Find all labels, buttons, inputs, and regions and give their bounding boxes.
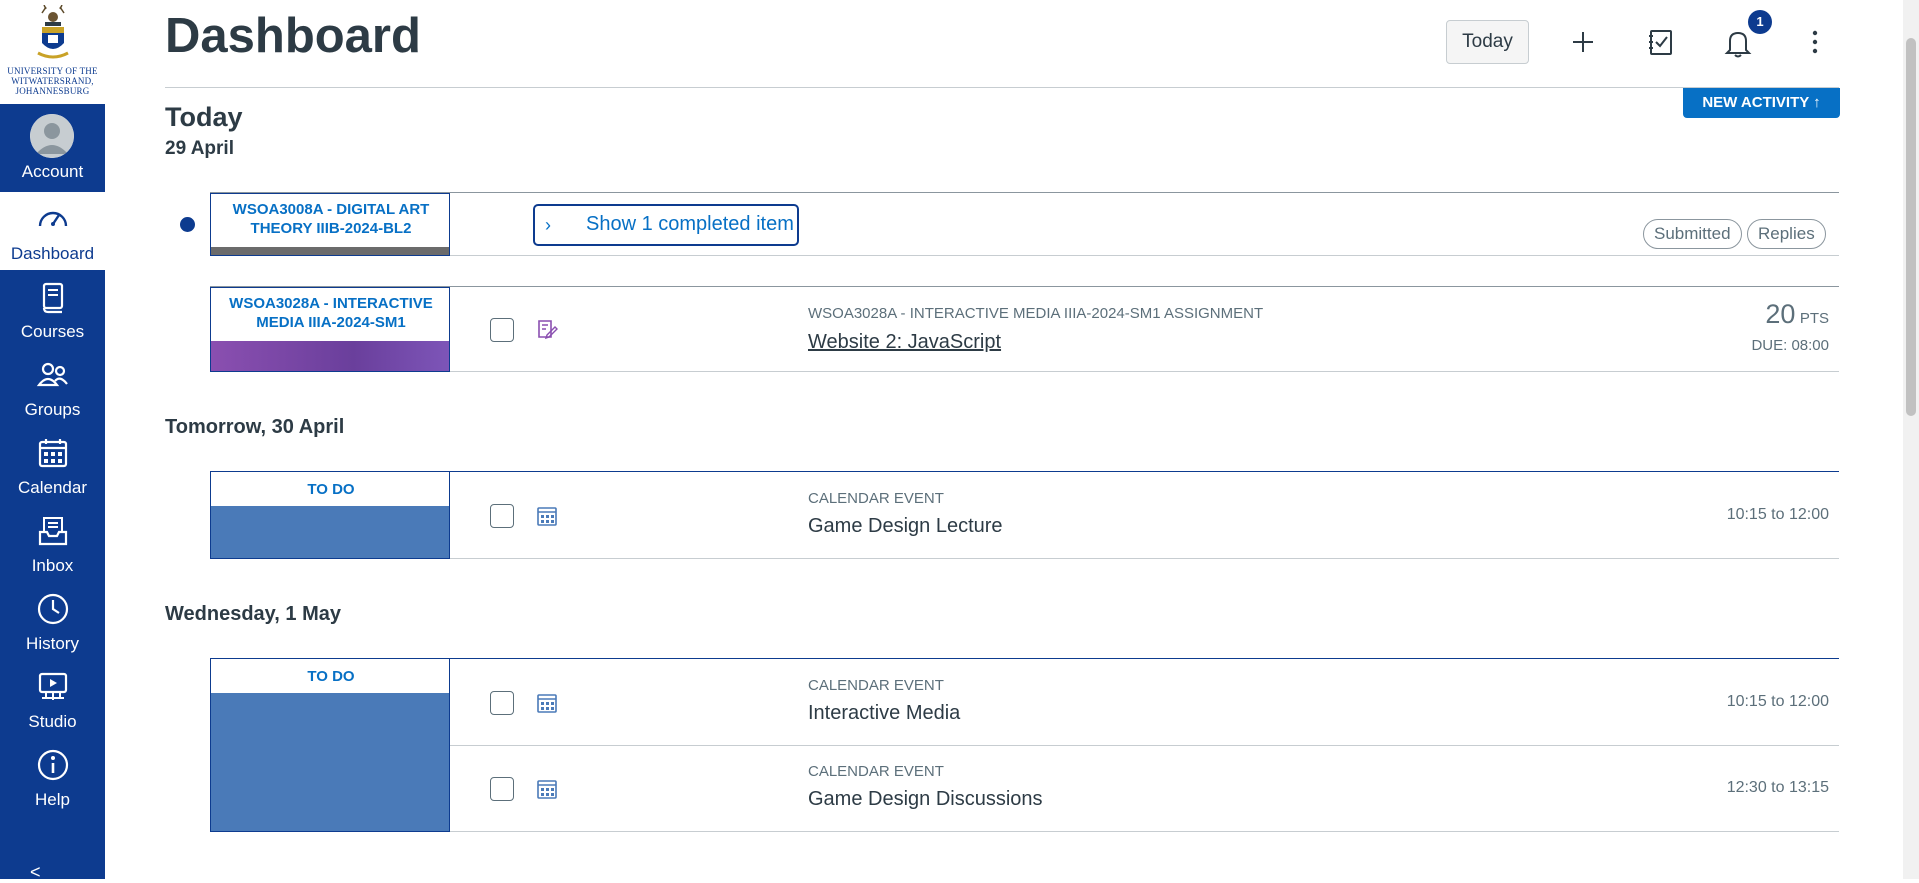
course-tag[interactable]: WSOA3028A - INTERACTIVE MEDIA IIIA-2024-…	[210, 287, 450, 372]
studio-icon	[38, 672, 68, 700]
day-heading-wednesday: Wednesday, 1 May	[165, 603, 341, 625]
complete-checkbox[interactable]	[490, 318, 514, 342]
nav-label: Account	[21, 162, 84, 181]
show-completed-button[interactable]: › Show 1 completed item	[533, 204, 799, 246]
course-tag-label: WSOA3008A - DIGITAL ART THEORY IIIB-2024…	[232, 201, 430, 237]
assignment-icon	[538, 320, 558, 340]
todo-tag-label: TO DO	[307, 668, 355, 685]
day-heading-today: Today	[165, 102, 243, 132]
course-tag-label: WSOA3028A - INTERACTIVE MEDIA IIIA-2024-…	[229, 295, 433, 331]
todo-tag-label: TO DO	[307, 481, 355, 498]
nav-item-studio[interactable]: Studio	[0, 660, 105, 738]
logo-text-line: UNIVERSITY OF THE	[7, 66, 98, 76]
event-title[interactable]: Game Design Discussions	[808, 788, 1043, 811]
collapse-nav-button[interactable]: <	[30, 862, 41, 883]
page-title: Dashboard	[165, 9, 421, 63]
calendar-icon	[38, 439, 68, 468]
nav-item-inbox[interactable]: Inbox	[0, 504, 105, 582]
nav-label: Dashboard	[10, 244, 95, 263]
nav-item-dashboard[interactable]: Dashboard	[0, 192, 105, 270]
nav-item-account[interactable]: Account	[0, 104, 105, 182]
groups-icon	[36, 362, 68, 387]
item-type: CALENDAR EVENT	[808, 490, 944, 507]
event-time: 10:15 to 12:00	[1726, 693, 1829, 710]
due-time: DUE: 08:00	[1751, 337, 1829, 354]
avatar	[30, 114, 74, 158]
show-completed-label: Show 1 completed item	[586, 213, 794, 235]
nav-label: Help	[35, 790, 70, 809]
nav-label: Studio	[28, 712, 77, 731]
course-color-bar	[211, 247, 449, 255]
assignment-card: WSOA3028A - INTERACTIVE MEDIA IIIA-2024-…	[210, 286, 1839, 372]
today-button[interactable]: Today	[1446, 20, 1529, 64]
header-divider	[165, 87, 1839, 88]
nav-label: Calendar	[18, 478, 87, 497]
dashboard-icon	[38, 211, 68, 227]
planner-item: CALENDAR EVENT Game Design Discussions 1…	[450, 745, 1839, 831]
complete-checkbox[interactable]	[490, 504, 514, 528]
event-time: 10:15 to 12:00	[1726, 506, 1829, 523]
nav-item-courses[interactable]: Courses	[0, 270, 105, 348]
event-title[interactable]: Game Design Lecture	[808, 515, 1003, 538]
nav-label: Inbox	[31, 556, 74, 575]
item-type: WSOA3028A - INTERACTIVE MEDIA IIIA-2024-…	[808, 305, 1264, 322]
complete-checkbox[interactable]	[490, 777, 514, 801]
submitted-pill: Submitted	[1643, 219, 1742, 249]
todo-tag[interactable]: TO DO	[210, 472, 450, 559]
assignment-link[interactable]: Website 2: JavaScript	[808, 331, 1001, 354]
day-heading-tomorrow: Tomorrow, 30 April	[165, 416, 345, 438]
todo-card: TO DO CALENDAR EVENT Interactive Media 1…	[210, 658, 1839, 832]
university-logo[interactable]: UNIVERSITY OF THE WITWATERSRAND, JOHANNE…	[0, 0, 105, 104]
info-icon	[37, 749, 69, 781]
nav-item-groups[interactable]: Groups	[0, 348, 105, 426]
nav-label: Courses	[20, 322, 85, 341]
course-image	[211, 341, 449, 371]
logo-text-line: WITWATERSRAND,	[11, 76, 94, 86]
nav-item-calendar[interactable]: Calendar	[0, 426, 105, 504]
crest-icon	[37, 5, 69, 59]
item-type: CALENDAR EVENT	[808, 677, 944, 694]
todo-list-icon[interactable]	[1641, 22, 1681, 62]
book-icon	[42, 282, 64, 314]
points: 20 PTS	[1765, 299, 1829, 330]
nav-item-help[interactable]: Help	[0, 738, 105, 816]
day-date: 29 April	[165, 138, 234, 159]
complete-checkbox[interactable]	[490, 691, 514, 715]
completed-group-card: WSOA3008A - DIGITAL ART THEORY IIIB-2024…	[210, 192, 1839, 256]
nav-label: Groups	[24, 400, 81, 419]
scrollbar-thumb[interactable]	[1906, 38, 1916, 416]
replies-pill: Replies	[1747, 219, 1826, 249]
new-item-indicator	[180, 217, 195, 232]
todo-tag[interactable]: TO DO	[210, 659, 450, 832]
planner-item: WSOA3028A - INTERACTIVE MEDIA IIIA-2024-…	[450, 287, 1839, 372]
item-type: CALENDAR EVENT	[808, 763, 944, 780]
plus-icon[interactable]	[1563, 22, 1603, 62]
chevron-right-icon: ›	[545, 215, 551, 235]
todo-color-block	[211, 506, 449, 558]
clock-icon	[37, 593, 69, 625]
global-navigation: UNIVERSITY OF THE WITWATERSRAND, JOHANNE…	[0, 0, 105, 882]
todo-card: TO DO CALENDAR EVENT Game Design Lecture…	[210, 471, 1839, 559]
calendar-icon	[537, 780, 557, 799]
course-tag[interactable]: WSOA3008A - DIGITAL ART THEORY IIIB-2024…	[210, 193, 450, 256]
kebab-menu-icon[interactable]	[1795, 22, 1835, 62]
scrollbar[interactable]	[1903, 0, 1919, 879]
new-activity-button[interactable]: NEW ACTIVITY ↑	[1683, 88, 1840, 118]
notification-badge: 1	[1748, 10, 1772, 34]
points-value: 20	[1765, 299, 1796, 329]
logo-text-line: JOHANNESBURG	[15, 86, 90, 96]
points-unit: PTS	[1799, 310, 1829, 327]
planner-item: CALENDAR EVENT Interactive Media 10:15 t…	[450, 659, 1839, 746]
event-time: 12:30 to 13:15	[1726, 779, 1829, 796]
calendar-icon	[537, 507, 557, 526]
nav-item-history[interactable]: History	[0, 582, 105, 660]
event-title[interactable]: Interactive Media	[808, 702, 960, 725]
planner-item: CALENDAR EVENT Game Design Lecture 10:15…	[450, 472, 1839, 559]
nav-label: History	[26, 634, 79, 653]
todo-color-block	[211, 693, 449, 831]
calendar-icon	[537, 694, 557, 713]
inbox-icon	[38, 517, 68, 546]
